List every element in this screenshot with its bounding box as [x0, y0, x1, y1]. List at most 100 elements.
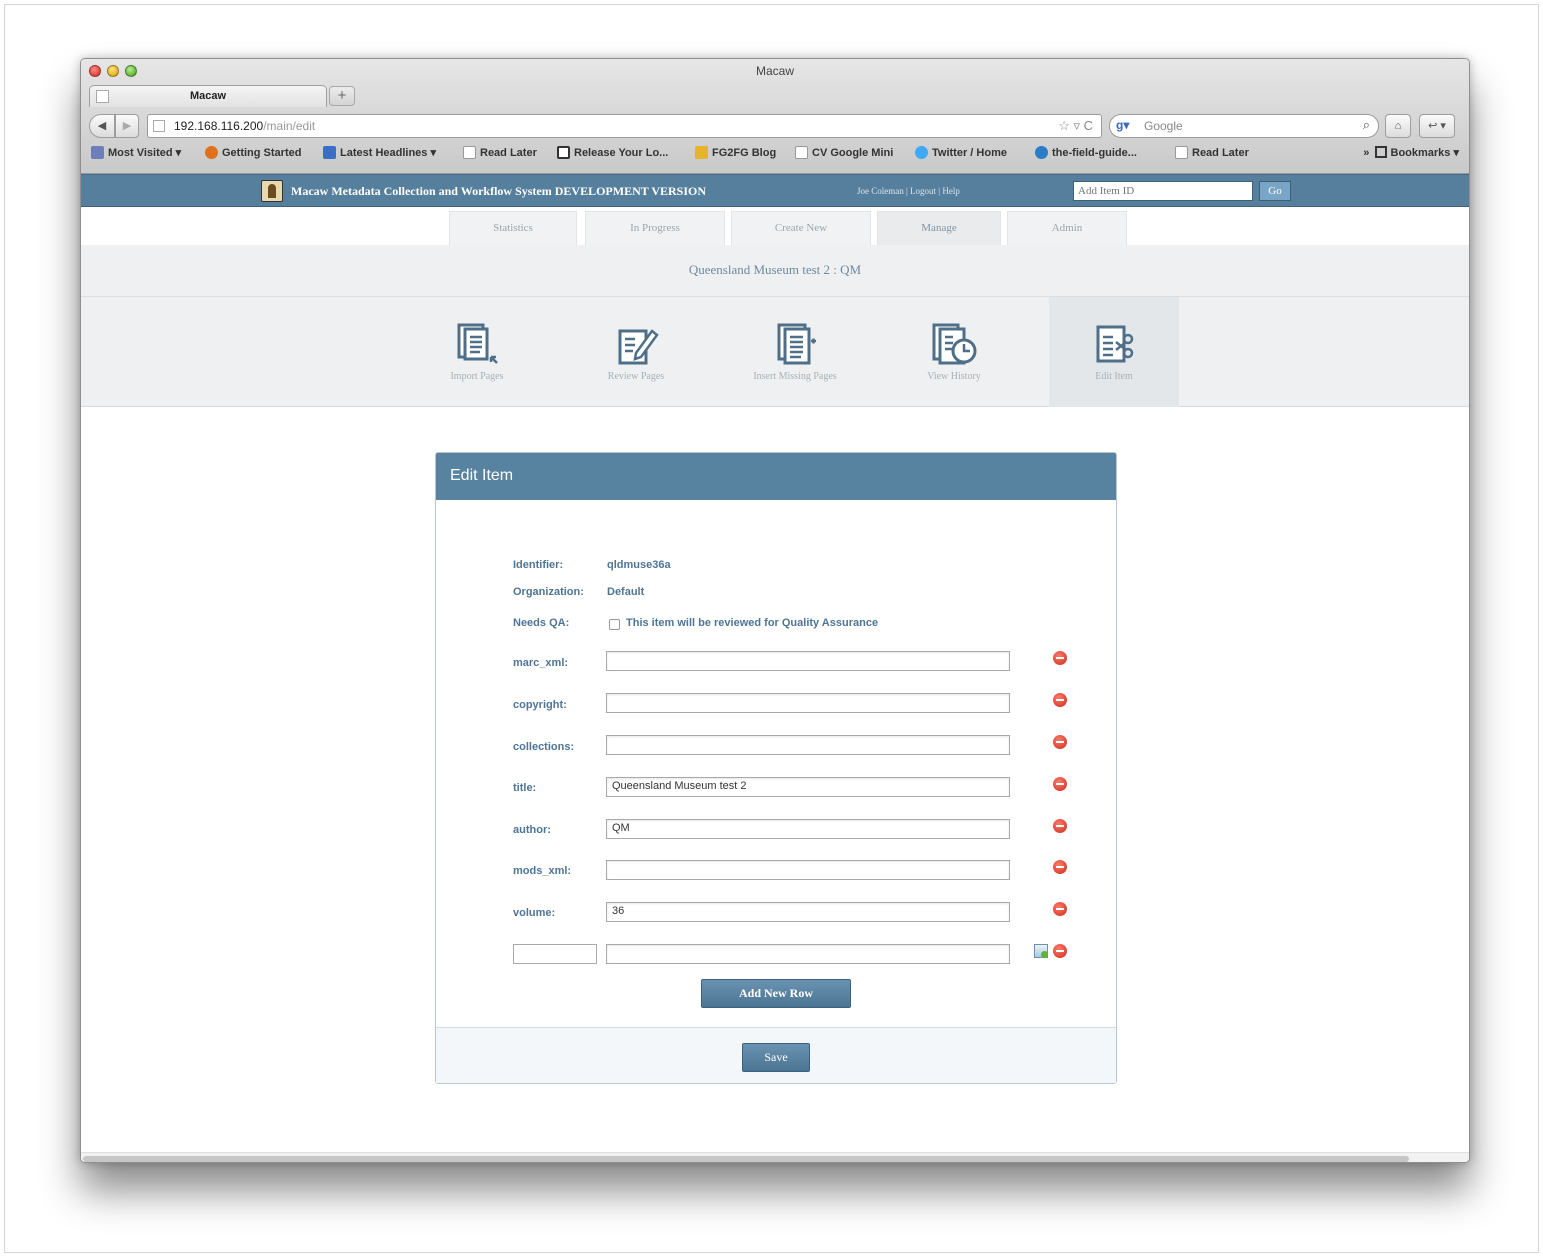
tab-statistics[interactable]: Statistics — [449, 211, 577, 245]
tab-manage[interactable]: Manage — [877, 211, 1001, 245]
new-tab-button[interactable]: + — [329, 86, 355, 106]
needs-qa-checkbox[interactable] — [609, 619, 620, 630]
browser-tabstrip: Macaw + — [81, 83, 1469, 107]
go-button[interactable]: Go — [1259, 181, 1291, 201]
bookmark-item[interactable]: Twitter / Home — [915, 146, 1007, 159]
review-pages-icon — [618, 329, 659, 365]
volume-label: volume: — [513, 907, 556, 919]
horizontal-scrollbar[interactable] — [81, 1152, 1469, 1162]
tab-admin[interactable]: Admin — [1007, 211, 1127, 245]
item-title-bar: Queensland Museum test 2 : QM — [81, 245, 1469, 297]
bookmark-label: Twitter / Home — [932, 146, 1007, 159]
tool-label: Insert Missing Pages — [753, 371, 837, 382]
remove-row-icon[interactable] — [1053, 902, 1067, 916]
bookmark-label: CV Google Mini — [812, 146, 894, 159]
bookmark-label: Release Your Lo... — [574, 146, 669, 159]
search-bar[interactable]: g▾ Google ⌕ — [1109, 114, 1379, 138]
edit-item-icon — [1096, 325, 1134, 363]
search-placeholder: Google — [1144, 119, 1183, 133]
main-tabs: Statistics In Progress Create New Manage… — [81, 207, 1469, 245]
page-icon — [1175, 146, 1188, 159]
title-field[interactable]: Queensland Museum test 2 — [606, 777, 1010, 797]
identifier-value: qldmuse36a — [607, 559, 671, 571]
bookmark-item[interactable]: FG2FG Blog — [695, 146, 776, 159]
edit-item-panel: Edit Item Identifier: qldmuse36a Organiz… — [435, 452, 1117, 1084]
mods-xml-field[interactable] — [606, 860, 1010, 880]
bookmark-item[interactable]: Read Later — [1175, 146, 1249, 159]
app-header: Macaw Metadata Collection and Workflow S… — [81, 174, 1469, 207]
bookmark-item[interactable]: the-field-guide... — [1035, 146, 1137, 159]
url-bar[interactable]: 192.168.116.200/main/edit ☆ ▿ C — [147, 114, 1102, 138]
tool-label: Review Pages — [607, 371, 665, 382]
organization-value: Default — [607, 586, 645, 598]
insert-missing-pages-icon — [777, 323, 816, 365]
bookmark-item[interactable]: CV Google Mini — [795, 146, 893, 159]
import-pages-button[interactable]: Import Pages — [417, 297, 537, 407]
panel-title: Edit Item — [450, 467, 514, 484]
tools-menu-button[interactable]: ↩ ▾ — [1419, 114, 1455, 138]
tab-in-progress[interactable]: In Progress — [585, 211, 725, 245]
firefox-icon — [205, 146, 218, 159]
forward-button[interactable]: ▶ — [115, 114, 139, 138]
remove-row-icon[interactable] — [1053, 735, 1067, 749]
bookmark-folder-icon — [91, 146, 104, 159]
import-pages-icon — [457, 323, 498, 364]
add-item-id-input[interactable] — [1073, 181, 1253, 201]
copyright-field[interactable] — [606, 693, 1010, 713]
macaw-logo-icon — [261, 180, 283, 202]
bookmark-label: FG2FG Blog — [712, 146, 777, 159]
search-icon[interactable]: ⌕ — [1363, 117, 1370, 133]
bookmark-item[interactable]: Release Your Lo... — [557, 146, 668, 159]
author-field[interactable]: QM — [606, 819, 1010, 839]
bookmark-star-reload-icon[interactable]: ☆ ▿ C — [1058, 118, 1093, 134]
review-pages-button[interactable]: Review Pages — [576, 297, 696, 407]
view-history-button[interactable]: View History — [894, 297, 1014, 407]
remove-row-icon[interactable] — [1053, 819, 1067, 833]
item-title: Queensland Museum test 2 : QM — [688, 262, 862, 277]
save-button[interactable]: Save — [742, 1043, 810, 1072]
collections-field[interactable] — [606, 735, 1010, 755]
url-path: /main/edit — [263, 119, 316, 133]
bookmarks-overflow-button[interactable]: » — [1363, 147, 1369, 159]
home-button[interactable]: ⌂ — [1385, 114, 1411, 138]
bookmark-item[interactable]: Getting Started — [205, 146, 301, 159]
author-label: author: — [513, 824, 551, 836]
volume-field[interactable]: 36 — [606, 902, 1010, 922]
new-row-value-field[interactable] — [606, 944, 1010, 964]
insert-missing-pages-button[interactable]: Insert Missing Pages — [731, 297, 859, 407]
back-button[interactable]: ◀ — [89, 114, 115, 138]
google-engine-icon[interactable]: g▾ — [1116, 118, 1129, 132]
app-title: Macaw Metadata Collection and Workflow S… — [291, 184, 707, 198]
bookmark-item[interactable]: Latest Headlines ▾ — [323, 146, 436, 159]
bookmarks-menu-button[interactable]: Bookmarks ▾ — [1391, 147, 1460, 159]
remove-row-icon[interactable] — [1053, 693, 1067, 707]
bookmark-label: Read Later — [480, 146, 537, 159]
bookmark-item[interactable]: Read Later — [463, 146, 537, 159]
mods-xml-label: mods_xml: — [513, 865, 572, 877]
bookmark-label: Latest Headlines ▾ — [340, 147, 436, 159]
bookmark-label: Most Visited ▾ — [108, 147, 182, 159]
copyright-label: copyright: — [513, 699, 567, 711]
new-row-key-field[interactable] — [513, 944, 597, 964]
tab-create-new[interactable]: Create New — [731, 211, 871, 245]
edit-item-button[interactable]: Edit Item — [1049, 297, 1179, 407]
save-row-icon[interactable] — [1034, 944, 1048, 958]
scrollbar-thumb[interactable] — [83, 1156, 1409, 1162]
remove-row-icon[interactable] — [1053, 651, 1067, 665]
identifier-label: Identifier: — [513, 559, 564, 571]
title-label: title: — [513, 782, 537, 794]
remove-row-icon[interactable] — [1053, 777, 1067, 791]
twitter-icon — [915, 146, 928, 159]
collections-label: collections: — [513, 741, 575, 753]
bookmark-item[interactable]: Most Visited ▾ — [91, 146, 181, 159]
browser-tab-macaw[interactable]: Macaw — [89, 85, 327, 107]
bookmarks-right: » Bookmarks ▾ — [1363, 146, 1459, 159]
remove-row-icon[interactable] — [1053, 860, 1067, 874]
site-identity-icon — [153, 120, 165, 132]
browser-tab-label: Macaw — [189, 90, 227, 102]
remove-row-icon[interactable] — [1053, 944, 1067, 958]
marc-xml-field[interactable] — [606, 651, 1010, 671]
needs-qa-description: This item will be reviewed for Quality A… — [626, 617, 879, 629]
add-new-row-button[interactable]: Add New Row — [701, 979, 851, 1008]
user-links[interactable]: Joe Coleman | Logout | Help — [857, 186, 960, 196]
